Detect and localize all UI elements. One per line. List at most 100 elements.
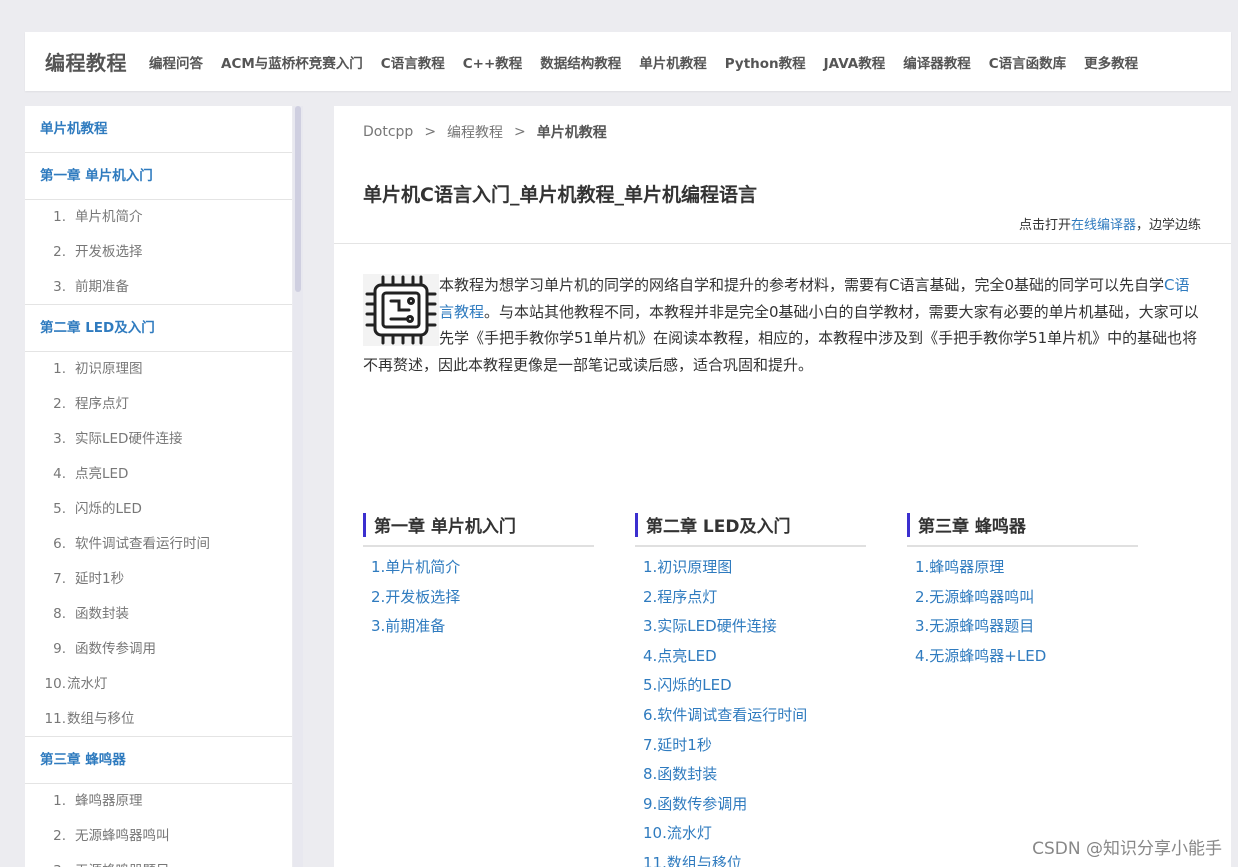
sidebar-item-label: 数组与移位 [67,711,135,727]
nav-item-acm[interactable]: ACM与蓝桥杯竞赛入门 [221,52,363,72]
sidebar-item-label: 程序点灯 [75,396,129,412]
sidebar-item[interactable]: 11. 数组与移位 [25,702,292,737]
nav-item-c[interactable]: C语言教程 [381,52,445,72]
chapter-link[interactable]: 2.无源蜂鸣器鸣叫 [907,583,1138,613]
chapter-link[interactable]: 4.点亮LED [635,642,866,672]
nav-item-python[interactable]: Python教程 [725,52,806,72]
sidebar-item[interactable]: 3. 无源蜂鸣器题目 [25,854,292,867]
sidebar-item[interactable]: 5. 闪烁的LED [25,492,292,527]
sidebar-item-label: 蜂鸣器原理 [75,793,143,809]
sidebar-item[interactable]: 1. 蜂鸣器原理 [25,784,292,819]
sidebar-item-label: 闪烁的LED [75,501,142,517]
sidebar-item-label: 初识原理图 [75,361,143,377]
chapter-accent-bar [635,512,638,537]
nav-item-data-structure[interactable]: 数据结构教程 [540,52,621,72]
main-content: Dotcpp > 编程教程 > 单片机教程 单片机C语言入门_单片机教程_单片机… [334,106,1231,867]
sidebar-chapter-1[interactable]: 第一章 单片机入门 [25,153,292,200]
sidebar-item-label: 流水灯 [67,676,108,692]
chapter-link[interactable]: 6.软件调试查看运行时间 [635,701,866,731]
csdn-watermark: CSDN @知识分享小能手 [1032,839,1222,859]
chapter-link[interactable]: 7.延时1秒 [635,731,866,761]
sidebar: 单片机教程 第一章 单片机入门 1. 单片机简介 2. 开发板选择 3. 前期准备 第… [25,106,292,867]
chapter-link[interactable]: 1.初识原理图 [635,553,866,583]
chapter-title: 第三章 蜂鸣器 [918,517,1026,537]
compiler-note-suffix: ，边学边练 [1135,218,1201,233]
sidebar-item[interactable]: 1. 初识原理图 [25,352,292,387]
nav-item-qa[interactable]: 编程问答 [149,52,203,72]
breadcrumb: Dotcpp > 编程教程 > 单片机教程 [363,122,607,142]
chapter-accent-bar [363,512,366,537]
chapter-link[interactable]: 3.无源蜂鸣器题目 [907,612,1138,642]
chapter-card-1: 第一章 单片机入门 1.单片机简介 2.开发板选择 3.前期准备 [363,504,594,867]
chapter-accent-bar [907,512,910,537]
breadcrumb-current[interactable]: 单片机教程 [537,122,607,142]
nav-item-java[interactable]: JAVA教程 [824,52,886,72]
sidebar-title[interactable]: 单片机教程 [25,106,292,153]
sidebar-item-num: 3. [25,854,66,867]
sidebar-item[interactable]: 9. 函数传参调用 [25,632,292,667]
intro-text-part1: 本教程为想学习单片机的同学的网络自学和提升的参考材料，需要有C语言基础，完全0基… [439,276,1165,294]
sidebar-item-num: 3. [53,431,66,447]
chapter-link[interactable]: 1.蜂鸣器原理 [907,553,1138,583]
nav-item-cpp[interactable]: C++教程 [463,52,523,72]
sidebar-item[interactable]: 6. 软件调试查看运行时间 [25,527,292,562]
chapter-link-list: 1.蜂鸣器原理 2.无源蜂鸣器鸣叫 3.无源蜂鸣器题目 4.无源蜂鸣器+LED [907,547,1138,671]
chapter-link[interactable]: 1.单片机简介 [363,553,594,583]
sidebar-item-num: 2. [53,244,66,260]
sidebar-chapter-2[interactable]: 第二章 LED及入门 [25,305,292,352]
sidebar-item[interactable]: 2. 无源蜂鸣器鸣叫 [25,819,292,854]
chapter-link[interactable]: 10.流水灯 [635,819,866,849]
sidebar-item-num: 1. [53,361,66,377]
sidebar-item-num: 1. [53,793,66,809]
online-compiler-link[interactable]: 在线编译器 [1071,218,1136,233]
chapter-link[interactable]: 3.实际LED硬件连接 [635,612,866,642]
sidebar-item-num: 6. [53,536,66,552]
sidebar-item[interactable]: 10. 流水灯 [25,667,292,702]
sidebar-chapter-3[interactable]: 第三章 蜂鸣器 [25,737,292,784]
microchip-icon [363,274,439,346]
site-brand[interactable]: 编程教程 [45,47,127,76]
sidebar-scrollbar-thumb[interactable] [295,106,301,292]
sidebar-item-label: 软件调试查看运行时间 [75,536,210,552]
chapter-link[interactable]: 9.函数传参调用 [635,790,866,820]
chapter-link[interactable]: 5.闪烁的LED [635,671,866,701]
chapter-link[interactable]: 2.程序点灯 [635,583,866,613]
sidebar-item-label: 前期准备 [75,279,129,295]
nav-item-more[interactable]: 更多教程 [1084,52,1138,72]
sidebar-item[interactable]: 3. 实际LED硬件连接 [25,422,292,457]
sidebar-item[interactable]: 7. 延时1秒 [25,562,292,597]
nav-item-c-lib[interactable]: C语言函数库 [989,52,1066,72]
sidebar-item-num: 8. [53,606,66,622]
chapter-title: 第一章 单片机入门 [374,517,516,537]
sidebar-item[interactable]: 2. 开发板选择 [25,235,292,270]
sidebar-item-num: 2. [53,396,66,412]
chapter-link[interactable]: 8.函数封装 [635,760,866,790]
nav-item-compiler[interactable]: 编译器教程 [903,52,971,72]
sidebar-item-label: 函数封装 [75,606,129,622]
sidebar-item[interactable]: 1. 单片机简介 [25,200,292,235]
chapter-link[interactable]: 2.开发板选择 [363,583,594,613]
chapter-link[interactable]: 3.前期准备 [363,612,594,642]
nav-item-mcu[interactable]: 单片机教程 [639,52,707,72]
sidebar-item-num: 7. [53,571,66,587]
sidebar-item-num: 11. [44,711,66,727]
sidebar-item-label: 开发板选择 [75,244,143,260]
sidebar-item-num: 4. [53,466,66,482]
chapter-columns: 第一章 单片机入门 1.单片机简介 2.开发板选择 3.前期准备 第二章 LED… [363,504,1179,867]
sidebar-item[interactable]: 8. 函数封装 [25,597,292,632]
breadcrumb-separator: > [424,124,437,140]
sidebar-item[interactable]: 4. 点亮LED [25,457,292,492]
sidebar-scrollbar[interactable] [293,106,303,867]
sidebar-item-label: 无源蜂鸣器鸣叫 [75,828,170,844]
sidebar-item-label: 实际LED硬件连接 [75,431,183,447]
chapter-link[interactable]: 11.数组与移位 [635,849,866,867]
sidebar-item-num: 5. [53,501,66,517]
sidebar-item-label: 点亮LED [75,466,129,482]
breadcrumb-tutorials[interactable]: 编程教程 [447,122,503,142]
chapter-link[interactable]: 4.无源蜂鸣器+LED [907,642,1138,672]
sidebar-item-label: 函数传参调用 [75,641,156,657]
breadcrumb-home[interactable]: Dotcpp [363,124,413,140]
sidebar-item[interactable]: 2. 程序点灯 [25,387,292,422]
sidebar-item[interactable]: 3. 前期准备 [25,270,292,305]
chapter-header: 第一章 单片机入门 [363,504,594,547]
